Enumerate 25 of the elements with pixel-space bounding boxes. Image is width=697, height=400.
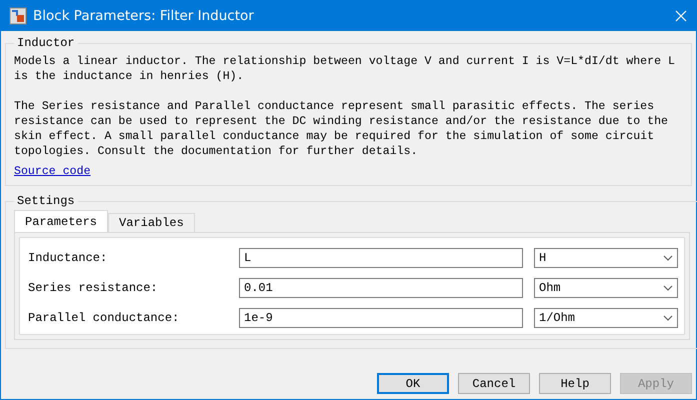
block-icon	[9, 6, 27, 24]
dialog-button[interactable]: Cancel	[458, 373, 530, 394]
group-title: Settings	[16, 194, 76, 208]
description-text: Models a linear inductor. The relationship between voltage V and current I is V=L*dI/dt where L is the inductance in henries (H).	[14, 54, 675, 84]
unit-dropdown[interactable]: Ohm	[534, 278, 678, 298]
description-text: The Series resistance and Parallel conductance represent small parasitic effects. The series resistance can be used to represent the DC winding resistance and/or the resistance due to the skin effect. A small parallel conductance may be required for the simulation of some circuit topologies. Consult the documentation for further details.	[14, 99, 669, 159]
chevron-icon	[663, 255, 673, 261]
parameter-label: Inductance:	[28, 251, 108, 265]
dialog-button[interactable]: OK	[377, 373, 449, 394]
chevron-icon	[663, 315, 673, 321]
dialog-button[interactable]: Help	[539, 373, 611, 394]
input-field[interactable]: 0.01	[239, 278, 523, 298]
close-icon[interactable]	[674, 8, 688, 22]
group-title: Inductor	[16, 36, 76, 50]
parameter-label: Parallel conductance:	[28, 311, 180, 325]
parameter-label: Series resistance:	[28, 281, 159, 295]
unit-dropdown[interactable]: H	[534, 248, 678, 268]
tab[interactable]: Variables	[108, 213, 195, 232]
chevron-icon	[663, 285, 673, 291]
input-field[interactable]: 1e-9	[239, 308, 523, 328]
window-title: Block Parameters: Filter Inductor	[33, 8, 255, 24]
unit-dropdown[interactable]: 1/Ohm	[534, 308, 678, 328]
source-code-link[interactable]: Source code	[14, 165, 91, 178]
tab[interactable]: Parameters	[14, 210, 108, 232]
input-field[interactable]: L	[239, 248, 523, 268]
